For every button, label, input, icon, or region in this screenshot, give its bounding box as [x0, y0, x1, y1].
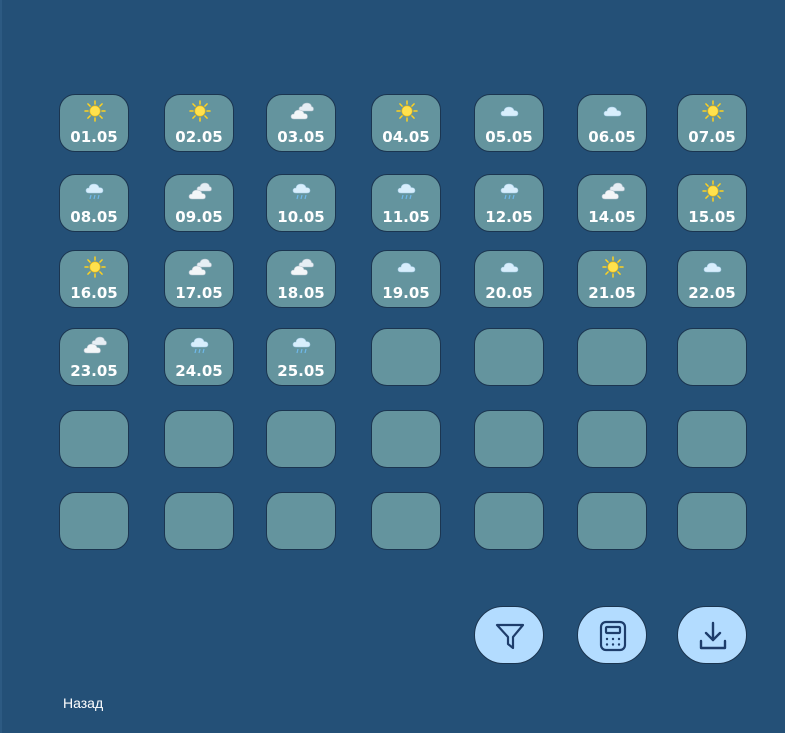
day-cell[interactable]: 14.05 — [577, 174, 647, 232]
rain-icon — [290, 334, 314, 356]
download-icon — [699, 621, 727, 650]
day-cell[interactable]: 05.05 — [474, 94, 544, 152]
sun-icon — [395, 100, 419, 122]
day-date-label: 03.05 — [277, 128, 325, 146]
day-date-label: 19.05 — [382, 284, 430, 302]
day-cell[interactable]: 11.05 — [371, 174, 441, 232]
sun-icon — [83, 100, 107, 122]
sun-icon — [188, 100, 212, 122]
day-cell[interactable]: 03.05 — [266, 94, 336, 152]
day-date-label: 20.05 — [485, 284, 533, 302]
day-date-label: 21.05 — [588, 284, 636, 302]
empty-day-cell[interactable] — [371, 328, 441, 386]
day-date-label: 09.05 — [175, 208, 223, 226]
day-cell[interactable]: 10.05 — [266, 174, 336, 232]
empty-day-cell[interactable] — [577, 328, 647, 386]
empty-day-cell[interactable] — [164, 410, 234, 468]
cloudy-icon — [290, 100, 314, 122]
empty-day-cell[interactable] — [577, 492, 647, 550]
calculator-button[interactable] — [577, 606, 647, 664]
day-date-label: 14.05 — [588, 208, 636, 226]
day-date-label: 16.05 — [70, 284, 118, 302]
empty-day-cell[interactable] — [677, 410, 747, 468]
empty-day-cell[interactable] — [474, 410, 544, 468]
empty-day-cell[interactable] — [266, 492, 336, 550]
day-cell[interactable]: 22.05 — [677, 250, 747, 308]
day-date-label: 05.05 — [485, 128, 533, 146]
day-date-label: 17.05 — [175, 284, 223, 302]
cloudy-icon — [83, 334, 107, 356]
empty-day-cell[interactable] — [266, 410, 336, 468]
cloud-icon — [498, 100, 522, 122]
sun-icon — [601, 256, 625, 278]
sun-icon — [701, 180, 725, 202]
rain-icon — [395, 180, 419, 202]
calculator-icon — [599, 620, 627, 652]
day-date-label: 11.05 — [382, 208, 430, 226]
filter-button[interactable] — [474, 606, 544, 664]
cloudy-icon — [188, 256, 212, 278]
cloud-icon — [498, 256, 522, 278]
day-date-label: 10.05 — [277, 208, 325, 226]
empty-day-cell[interactable] — [371, 410, 441, 468]
sun-icon — [83, 256, 107, 278]
day-cell[interactable]: 08.05 — [59, 174, 129, 232]
day-cell[interactable]: 07.05 — [677, 94, 747, 152]
day-date-label: 23.05 — [70, 362, 118, 380]
day-cell[interactable]: 04.05 — [371, 94, 441, 152]
day-cell[interactable]: 25.05 — [266, 328, 336, 386]
day-date-label: 01.05 — [70, 128, 118, 146]
cloud-icon — [701, 256, 725, 278]
empty-day-cell[interactable] — [59, 492, 129, 550]
day-date-label: 06.05 — [588, 128, 636, 146]
cloud-icon — [601, 100, 625, 122]
day-cell[interactable]: 02.05 — [164, 94, 234, 152]
empty-day-cell[interactable] — [677, 328, 747, 386]
cloudy-icon — [601, 180, 625, 202]
day-date-label: 22.05 — [688, 284, 736, 302]
empty-day-cell[interactable] — [164, 492, 234, 550]
day-cell[interactable]: 16.05 — [59, 250, 129, 308]
sun-icon — [701, 100, 725, 122]
empty-day-cell[interactable] — [577, 410, 647, 468]
day-date-label: 18.05 — [277, 284, 325, 302]
download-button[interactable] — [677, 606, 747, 664]
day-date-label: 12.05 — [485, 208, 533, 226]
rain-icon — [83, 180, 107, 202]
day-cell[interactable]: 17.05 — [164, 250, 234, 308]
rain-icon — [188, 334, 212, 356]
back-link[interactable]: Назад — [63, 695, 103, 711]
filter-icon — [495, 623, 525, 650]
day-cell[interactable]: 09.05 — [164, 174, 234, 232]
day-date-label: 04.05 — [382, 128, 430, 146]
window-edge — [0, 0, 2, 733]
day-cell[interactable]: 20.05 — [474, 250, 544, 308]
day-date-label: 08.05 — [70, 208, 118, 226]
day-cell[interactable]: 23.05 — [59, 328, 129, 386]
day-cell[interactable]: 15.05 — [677, 174, 747, 232]
day-cell[interactable]: 18.05 — [266, 250, 336, 308]
rain-icon — [290, 180, 314, 202]
empty-day-cell[interactable] — [677, 492, 747, 550]
day-cell[interactable]: 06.05 — [577, 94, 647, 152]
empty-day-cell[interactable] — [474, 492, 544, 550]
empty-day-cell[interactable] — [59, 410, 129, 468]
day-cell[interactable]: 12.05 — [474, 174, 544, 232]
cloudy-icon — [290, 256, 314, 278]
cloudy-icon — [188, 180, 212, 202]
day-date-label: 25.05 — [277, 362, 325, 380]
day-date-label: 24.05 — [175, 362, 223, 380]
day-cell[interactable]: 24.05 — [164, 328, 234, 386]
day-date-label: 02.05 — [175, 128, 223, 146]
day-cell[interactable]: 01.05 — [59, 94, 129, 152]
rain-icon — [498, 180, 522, 202]
empty-day-cell[interactable] — [371, 492, 441, 550]
cloud-icon — [395, 256, 419, 278]
day-cell[interactable]: 19.05 — [371, 250, 441, 308]
empty-day-cell[interactable] — [474, 328, 544, 386]
day-date-label: 15.05 — [688, 208, 736, 226]
day-date-label: 07.05 — [688, 128, 736, 146]
day-cell[interactable]: 21.05 — [577, 250, 647, 308]
